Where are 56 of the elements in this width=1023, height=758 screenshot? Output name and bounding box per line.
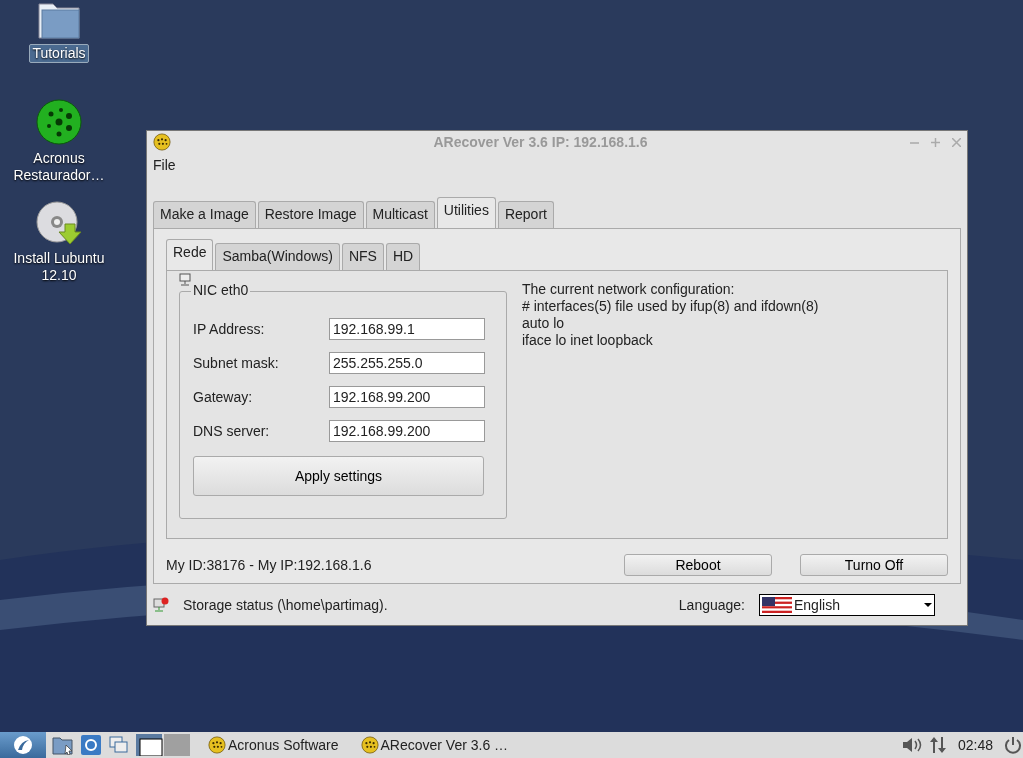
tab[interactable]: Report (497, 201, 554, 228)
power-icon[interactable] (1003, 735, 1023, 755)
clock: 02:48 (957, 737, 993, 753)
folder-icon[interactable] (36, 0, 82, 40)
tab[interactable]: Samba(Windows) (215, 243, 340, 270)
input-field[interactable]: 192.168.99.200 (329, 386, 485, 408)
storage-icon (153, 597, 169, 613)
app-icon (208, 736, 226, 754)
config-line: The current network configuration: (522, 281, 736, 298)
sphere-icon[interactable] (35, 98, 83, 146)
tab[interactable]: Make a Image (153, 201, 256, 228)
field-label: IP Address: (193, 321, 266, 337)
taskbar-item[interactable]: ARecover Ver 3.6 … (356, 736, 513, 754)
group-title: NIC eth0 (191, 282, 251, 298)
workspace-pager[interactable] (136, 734, 190, 756)
language-label: Language: (678, 597, 745, 613)
tab[interactable]: Multicast (365, 201, 435, 228)
tab[interactable]: Utilities (436, 197, 496, 228)
action-button[interactable]: Reboot (624, 554, 772, 577)
config-line: iface lo inet loopback (522, 332, 654, 349)
volume-icon[interactable] (901, 737, 922, 753)
windows-icon[interactable] (108, 735, 130, 755)
taskbar-item[interactable]: Acronus Software (204, 736, 343, 754)
field-label: Gateway: (193, 389, 254, 405)
start-button[interactable] (0, 732, 46, 758)
input-field[interactable]: 255.255.255.0 (329, 352, 485, 374)
tab[interactable]: Rede (166, 239, 214, 270)
input-field[interactable]: 192.168.99.1 (329, 318, 485, 340)
config-line: # interfaces(5) file used by ifup(8) and ifdown(8) (522, 298, 819, 315)
disc-icon[interactable] (35, 200, 83, 246)
icon-label[interactable]: Tutorials (29, 44, 89, 63)
tab[interactable]: NFS (341, 243, 384, 270)
window-title: ARecover Ver 3.6 IP: 192.168.1.6 (432, 134, 649, 150)
flag-icon (762, 597, 792, 613)
caret-icon (924, 602, 932, 608)
app-icon (153, 133, 171, 151)
id-text: My ID:38176 - My IP:192.168.1.6 (166, 557, 373, 574)
config-line: auto lo (522, 315, 566, 332)
browser-icon[interactable] (80, 734, 102, 756)
icon-label[interactable]: Acronus Restaurador… (10, 150, 108, 184)
language-dropdown[interactable]: English (759, 594, 935, 616)
logo-icon (13, 735, 33, 755)
network-icon (179, 273, 191, 287)
folder-icon[interactable] (52, 735, 74, 755)
apply-button[interactable]: Apply settings (193, 456, 484, 496)
menu-item[interactable]: File (153, 157, 176, 173)
field-label: Subnet mask: (193, 355, 280, 371)
tab[interactable]: HD (385, 243, 421, 270)
input-field[interactable]: 192.168.99.200 (329, 420, 485, 442)
tab[interactable]: Restore Image (257, 201, 364, 228)
app-icon (360, 736, 379, 754)
status-text: Storage status (\home\partimag). (183, 597, 389, 613)
icon-label[interactable]: Install Lubuntu 12.10 (10, 250, 108, 284)
network-arrows-icon[interactable] (927, 736, 948, 754)
field-label: DNS server: (193, 423, 271, 439)
action-button[interactable]: Turno Off (800, 554, 948, 577)
